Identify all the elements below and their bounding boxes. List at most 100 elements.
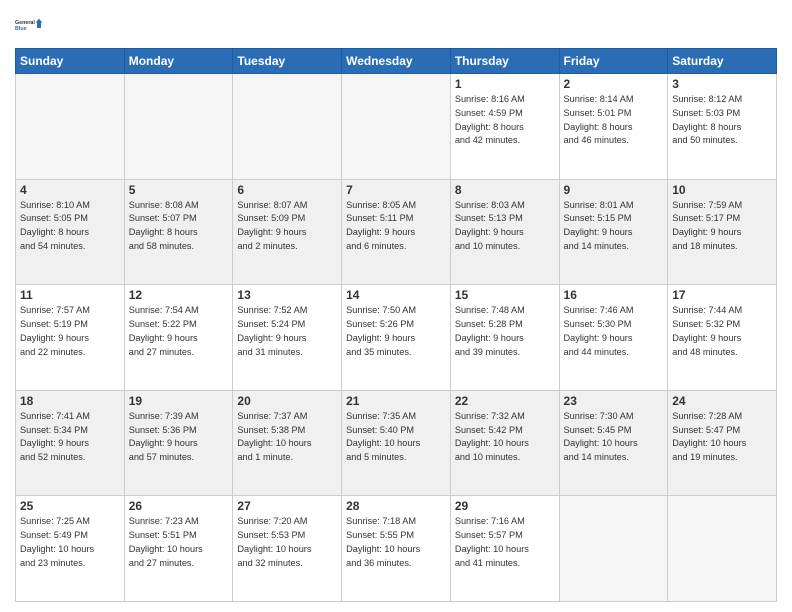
calendar-cell: 8 Sunrise: 8:03 AM Sunset: 5:13 PM Daylig… [450,179,559,285]
calendar-cell: 1 Sunrise: 8:16 AM Sunset: 4:59 PM Daylig… [450,74,559,180]
calendar-cell: 29 Sunrise: 7:16 AM Sunset: 5:57 PM Dayli… [450,496,559,602]
weekday-header: Saturday [668,49,777,74]
day-info: Sunrise: 7:39 AM Sunset: 5:36 PM Dayligh… [129,410,229,465]
calendar-row: 11 Sunrise: 7:57 AM Sunset: 5:19 PM Dayli… [16,285,777,391]
day-number: 4 [20,183,120,197]
header-row: SundayMondayTuesdayWednesdayThursdayFrid… [16,49,777,74]
svg-text:General: General [15,20,35,26]
weekday-header: Monday [124,49,233,74]
day-info: Sunrise: 7:48 AM Sunset: 5:28 PM Dayligh… [455,304,555,359]
calendar-cell: 3Sunrise: 8:12 AM Sunset: 5:03 PM Daylig… [668,74,777,180]
calendar-cell [342,74,451,180]
weekday-header: Sunday [16,49,125,74]
day-number: 21 [346,394,446,408]
day-number: 20 [237,394,337,408]
calendar-row: 18 Sunrise: 7:41 AM Sunset: 5:34 PM Dayli… [16,390,777,496]
calendar-cell: 27 Sunrise: 7:20 AM Sunset: 5:53 PM Dayli… [233,496,342,602]
day-number: 28 [346,499,446,513]
day-info: Sunrise: 7:41 AM Sunset: 5:34 PM Dayligh… [20,410,120,465]
calendar-cell: 4Sunrise: 8:10 AM Sunset: 5:05 PM Daylig… [16,179,125,285]
day-number: 12 [129,288,229,302]
calendar-cell: 26 Sunrise: 7:23 AM Sunset: 5:51 PM Dayli… [124,496,233,602]
calendar-row: 25 Sunrise: 7:25 AM Sunset: 5:49 PM Dayli… [16,496,777,602]
calendar-row: 4Sunrise: 8:10 AM Sunset: 5:05 PM Daylig… [16,179,777,285]
day-info: Sunrise: 8:03 AM Sunset: 5:13 PM Dayligh… [455,199,555,254]
day-info: Sunrise: 8:08 AM Sunset: 5:07 PM Dayligh… [129,199,229,254]
calendar-cell: 28 Sunrise: 7:18 AM Sunset: 5:55 PM Dayli… [342,496,451,602]
day-number: 13 [237,288,337,302]
day-number: 1 [455,77,555,91]
day-info: Sunrise: 7:25 AM Sunset: 5:49 PM Dayligh… [20,515,120,570]
day-info: Sunrise: 8:05 AM Sunset: 5:11 PM Dayligh… [346,199,446,254]
day-number: 6 [237,183,337,197]
day-info: Sunrise: 8:01 AM Sunset: 5:15 PM Dayligh… [564,199,664,254]
day-info: Sunrise: 7:52 AM Sunset: 5:24 PM Dayligh… [237,304,337,359]
page: GeneralBlue SundayMondayTuesdayWednesday… [0,0,792,612]
calendar-cell [559,496,668,602]
day-info: Sunrise: 8:16 AM Sunset: 4:59 PM Dayligh… [455,93,555,148]
calendar-cell: 10 Sunrise: 7:59 AM Sunset: 5:17 PM Dayli… [668,179,777,285]
day-info: Sunrise: 7:46 AM Sunset: 5:30 PM Dayligh… [564,304,664,359]
day-number: 17 [672,288,772,302]
calendar-cell [16,74,125,180]
day-number: 19 [129,394,229,408]
day-number: 22 [455,394,555,408]
calendar-cell: 11 Sunrise: 7:57 AM Sunset: 5:19 PM Dayli… [16,285,125,391]
weekday-header: Friday [559,49,668,74]
day-number: 8 [455,183,555,197]
day-number: 9 [564,183,664,197]
day-number: 27 [237,499,337,513]
calendar-cell: 12 Sunrise: 7:54 AM Sunset: 5:22 PM Dayli… [124,285,233,391]
logo: GeneralBlue [15,10,45,40]
day-info: Sunrise: 7:16 AM Sunset: 5:57 PM Dayligh… [455,515,555,570]
calendar-cell: 15 Sunrise: 7:48 AM Sunset: 5:28 PM Dayli… [450,285,559,391]
calendar-cell: 6 Sunrise: 8:07 AM Sunset: 5:09 PM Daylig… [233,179,342,285]
header: GeneralBlue [15,10,777,40]
svg-text:Blue: Blue [15,26,27,32]
day-number: 26 [129,499,229,513]
calendar-cell: 16 Sunrise: 7:46 AM Sunset: 5:30 PM Dayli… [559,285,668,391]
day-number: 14 [346,288,446,302]
weekday-header: Tuesday [233,49,342,74]
day-info: Sunrise: 8:07 AM Sunset: 5:09 PM Dayligh… [237,199,337,254]
day-number: 25 [20,499,120,513]
day-info: Sunrise: 7:23 AM Sunset: 5:51 PM Dayligh… [129,515,229,570]
day-number: 15 [455,288,555,302]
calendar-table: SundayMondayTuesdayWednesdayThursdayFrid… [15,48,777,602]
day-number: 10 [672,183,772,197]
calendar-cell: 13 Sunrise: 7:52 AM Sunset: 5:24 PM Dayli… [233,285,342,391]
day-number: 5 [129,183,229,197]
day-info: Sunrise: 7:59 AM Sunset: 5:17 PM Dayligh… [672,199,772,254]
day-number: 16 [564,288,664,302]
day-info: Sunrise: 7:50 AM Sunset: 5:26 PM Dayligh… [346,304,446,359]
day-number: 23 [564,394,664,408]
day-info: Sunrise: 7:20 AM Sunset: 5:53 PM Dayligh… [237,515,337,570]
calendar-cell: 2Sunrise: 8:14 AM Sunset: 5:01 PM Daylig… [559,74,668,180]
calendar-cell: 23Sunrise: 7:30 AM Sunset: 5:45 PM Dayli… [559,390,668,496]
calendar-cell: 20 Sunrise: 7:37 AM Sunset: 5:38 PM Dayli… [233,390,342,496]
day-number: 7 [346,183,446,197]
day-info: Sunrise: 7:32 AM Sunset: 5:42 PM Dayligh… [455,410,555,465]
calendar-cell: 9 Sunrise: 8:01 AM Sunset: 5:15 PM Daylig… [559,179,668,285]
day-number: 24 [672,394,772,408]
calendar-cell: 22 Sunrise: 7:32 AM Sunset: 5:42 PM Dayli… [450,390,559,496]
calendar-cell [668,496,777,602]
day-number: 29 [455,499,555,513]
weekday-header: Wednesday [342,49,451,74]
day-info: Sunrise: 7:28 AM Sunset: 5:47 PM Dayligh… [672,410,772,465]
day-number: 2 [564,77,664,91]
calendar-cell: 24 Sunrise: 7:28 AM Sunset: 5:47 PM Dayli… [668,390,777,496]
day-info: Sunrise: 7:18 AM Sunset: 5:55 PM Dayligh… [346,515,446,570]
day-number: 3 [672,77,772,91]
calendar-cell: 18 Sunrise: 7:41 AM Sunset: 5:34 PM Dayli… [16,390,125,496]
day-number: 11 [20,288,120,302]
weekday-header: Thursday [450,49,559,74]
day-info: Sunrise: 7:54 AM Sunset: 5:22 PM Dayligh… [129,304,229,359]
day-info: Sunrise: 7:37 AM Sunset: 5:38 PM Dayligh… [237,410,337,465]
calendar-row: 1 Sunrise: 8:16 AM Sunset: 4:59 PM Daylig… [16,74,777,180]
logo-icon: GeneralBlue [15,10,45,40]
day-number: 18 [20,394,120,408]
day-info: Sunrise: 7:57 AM Sunset: 5:19 PM Dayligh… [20,304,120,359]
calendar-cell [233,74,342,180]
calendar-cell: 17Sunrise: 7:44 AM Sunset: 5:32 PM Dayli… [668,285,777,391]
